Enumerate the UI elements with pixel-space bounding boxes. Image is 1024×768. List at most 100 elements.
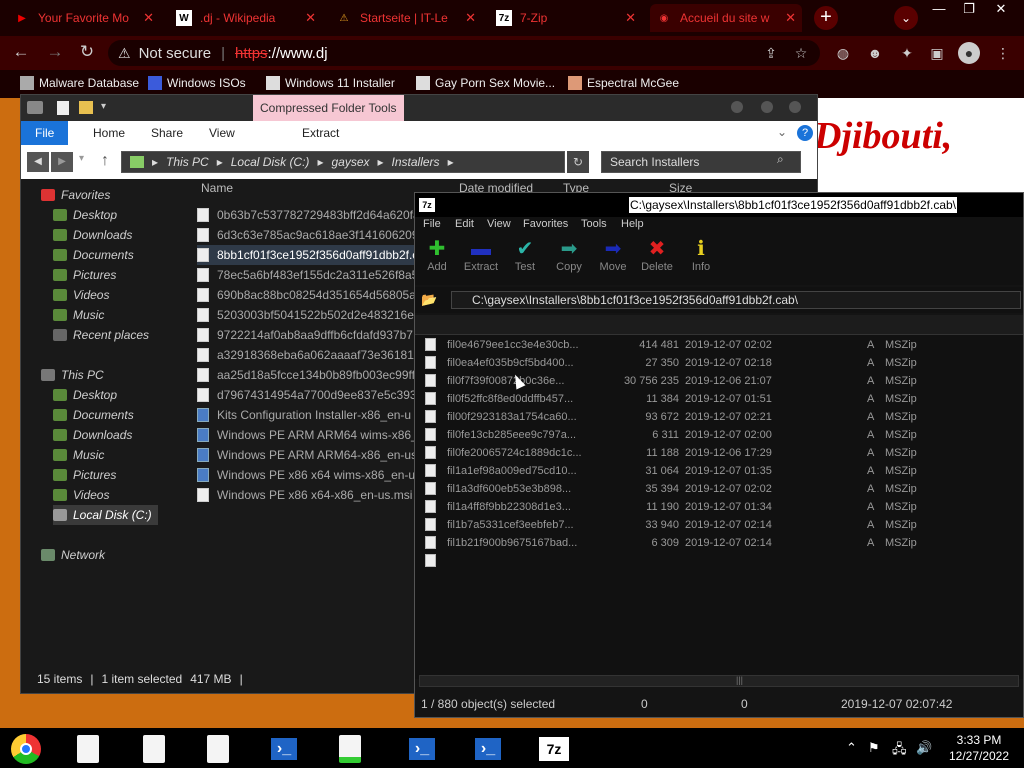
share-icon[interactable]: ⇪ — [760, 42, 782, 64]
forward-button[interactable]: ▶ — [51, 152, 73, 172]
file-row[interactable]: 8bb1cf01f3ce1952f356d0aff91dbb2f.c — [197, 245, 427, 265]
powershell-taskbar-icon[interactable]: ›_ — [402, 732, 442, 766]
side-panel-icon[interactable]: ▣ — [926, 42, 948, 64]
properties-icon[interactable] — [57, 101, 69, 115]
document-taskbar-icon[interactable] — [68, 732, 108, 766]
tab-share[interactable]: Share — [151, 121, 183, 145]
sidebar-item-desktop[interactable]: Desktop — [53, 205, 117, 225]
folder-up-icon[interactable]: 📂 — [421, 293, 437, 307]
menu-view[interactable]: View — [487, 218, 511, 230]
ribbon-collapse-chevron-icon[interactable]: ⌄ — [777, 125, 787, 139]
file-row[interactable]: 5203003bf5041522b502d2e483216ec — [197, 305, 427, 325]
7zip-list-header[interactable] — [415, 315, 1023, 335]
tool-delete-button[interactable]: ✖ Delete — [637, 237, 677, 273]
document-taskbar-icon[interactable] — [330, 732, 370, 766]
close-tab-icon[interactable]: ✕ — [465, 10, 476, 26]
archive-row[interactable]: fil1a1ef98a009ed75cd10... 31 064 2019-12-0… — [423, 463, 1023, 481]
file-row[interactable]: Windows PE ARM ARM64 wims-x86_ — [197, 425, 427, 445]
bookmark-star-icon[interactable]: ☆ — [790, 42, 812, 64]
sidebar-item-music[interactable]: Music — [53, 445, 104, 465]
browser-tab[interactable]: 7z 7-Zip ✕ — [490, 4, 642, 32]
sidebar-item-local-disk-c-[interactable]: Local Disk (C:) — [53, 505, 158, 525]
back-arrow-icon[interactable]: ← — [10, 41, 32, 63]
browser-tab[interactable]: ⚠ Startseite | IT-Le ✕ — [330, 4, 482, 32]
sidebar-item-recent-places[interactable]: Recent places — [53, 325, 149, 345]
file-row[interactable]: d79674314954a7700d9ee837e5c393a — [197, 385, 427, 405]
tab-file[interactable]: File — [21, 121, 69, 145]
bookmark-item[interactable]: Gay Porn Sex Movie... — [416, 76, 555, 90]
breadcrumb[interactable]: ▸ This PC ▸ Local Disk (C:) ▸ gaysex ▸ I… — [121, 151, 565, 173]
extensions-puzzle-icon[interactable]: ✦ — [896, 42, 918, 64]
menu-file[interactable]: File — [423, 218, 441, 230]
menu-help[interactable]: Help — [621, 218, 644, 230]
restore-button[interactable]: ❐ — [954, 0, 984, 20]
recent-chevron-icon[interactable]: ▾ — [79, 153, 84, 164]
new-tab-button[interactable]: + — [814, 6, 838, 30]
menu-favorites[interactable]: Favorites — [523, 218, 568, 230]
address-bar[interactable]: ⚠ Not secure | https ://www.dj — [108, 40, 820, 66]
breadcrumb-item[interactable]: Installers — [392, 155, 440, 169]
archive-row[interactable]: fil1b7a5331cef3eebfeb7... 33 940 2019-12-0… — [423, 517, 1023, 535]
tool-add-button[interactable]: ✚ Add — [417, 237, 457, 273]
archive-row[interactable]: fil0ea4ef035b9cf5bd400... 27 350 2019-12-0… — [423, 355, 1023, 373]
minimize-button[interactable]: — — [924, 0, 954, 20]
horizontal-scrollbar[interactable]: ||| — [419, 675, 1019, 687]
archive-row[interactable]: fil0fe20065724c1889dc1c... 11 188 2019-12-… — [423, 445, 1023, 463]
archive-row[interactable]: fil0e4679ee1cc3e4e30cb... 414 481 2019-12-… — [423, 337, 1023, 355]
close-tab-icon[interactable]: ✕ — [143, 10, 154, 26]
forward-arrow-icon[interactable]: → — [44, 41, 66, 63]
close-tab-icon[interactable]: ✕ — [305, 10, 316, 26]
file-row[interactable]: 690b8ac88bc08254d351654d56805ae — [197, 285, 427, 305]
sidebar-item-desktop[interactable]: Desktop — [53, 385, 117, 405]
tab-home[interactable]: Home — [93, 121, 125, 145]
back-button[interactable]: ◀ — [27, 152, 49, 172]
file-row[interactable]: Windows PE x86 x64-x86_en-us.msi — [197, 485, 427, 505]
network-tray-icon[interactable]: 🖧 — [892, 740, 907, 762]
help-icon[interactable]: ? — [797, 125, 813, 141]
powershell-taskbar-icon[interactable]: ›_ — [468, 732, 508, 766]
browser-tab[interactable]: ◉ Accueil du site w ✕ — [650, 4, 802, 32]
file-row[interactable]: Windows PE ARM ARM64-x86_en-us — [197, 445, 427, 465]
sidebar-item-pictures[interactable]: Pictures — [53, 465, 116, 485]
sidebar-item-pictures[interactable]: Pictures — [53, 265, 116, 285]
browser-tab[interactable]: W .dj - Wikipedia ✕ — [170, 4, 322, 32]
browser-menu-icon[interactable]: ⋮ — [992, 42, 1014, 64]
maximize-icon[interactable] — [761, 101, 773, 113]
tool-extract-button[interactable]: ▬ Extract — [461, 237, 501, 273]
document-taskbar-icon[interactable] — [198, 732, 238, 766]
close-icon[interactable] — [789, 101, 801, 113]
file-row[interactable]: 9722214af0ab8aa9dffb6cfdafd937b7 — [197, 325, 427, 345]
close-tab-icon[interactable]: ✕ — [785, 10, 796, 26]
7zip-path-input[interactable]: C:\gaysex\Installers\8bb1cf01f3ce1952f35… — [451, 291, 1021, 309]
tab-extract[interactable]: Extract — [302, 121, 339, 145]
scroll-grip-icon[interactable]: ||| — [736, 675, 743, 685]
tab-view[interactable]: View — [209, 121, 235, 145]
tray-expand-icon[interactable]: ⌃ — [846, 740, 857, 756]
file-row[interactable]: 0b63b7c537782729483bff2d64a620fa — [197, 205, 427, 225]
extension-flag-icon[interactable]: ◍ — [832, 42, 854, 64]
archive-row[interactable]: fil1b21f900b9675167bad... 6 309 2019-12-07… — [423, 535, 1023, 553]
customize-chevron-icon[interactable]: ▾ — [101, 101, 106, 112]
taskbar-clock[interactable]: 3:33 PM 12/27/2022 — [934, 732, 1024, 764]
this-pc[interactable]: This PC — [41, 365, 104, 385]
tool-copy-button[interactable]: ➡ Copy — [549, 237, 589, 273]
file-row[interactable]: Kits Configuration Installer-x86_en-u — [197, 405, 427, 425]
document-taskbar-icon[interactable] — [134, 732, 174, 766]
profile-extension-icon[interactable]: ☻ — [864, 42, 886, 64]
breadcrumb-item[interactable]: gaysex — [331, 155, 369, 169]
archive-row[interactable]: fil1a3df600eb53e3b898... 35 394 2019-12-07… — [423, 481, 1023, 499]
file-row[interactable]: aa25d18a5fcce134b0b89fb003ec99ff — [197, 365, 427, 385]
archive-row[interactable]: fil0f52ffc8f8ed0ddffb457... 11 384 2019-12… — [423, 391, 1023, 409]
menu-tools[interactable]: Tools — [581, 218, 607, 230]
file-row[interactable]: Windows PE x86 x64 wims-x86_en-u — [197, 465, 427, 485]
7zip-taskbar-icon[interactable]: 7z — [534, 732, 574, 766]
sidebar-item-downloads[interactable]: Downloads — [53, 225, 132, 245]
close-window-button[interactable]: ✕ — [986, 0, 1016, 20]
archive-row[interactable]: fil0fe13cb285eee9c797a... 6 311 2019-12-07… — [423, 427, 1023, 445]
sidebar-item-videos[interactable]: Videos — [53, 285, 109, 305]
volume-tray-icon[interactable]: 🔊 — [916, 740, 932, 756]
file-row[interactable]: a32918368eba6a062aaaaf73e361813 — [197, 345, 427, 365]
new-folder-icon[interactable] — [79, 101, 93, 114]
column-name[interactable]: Name — [201, 181, 233, 195]
tool-info-button[interactable]: ℹ Info — [681, 237, 721, 273]
